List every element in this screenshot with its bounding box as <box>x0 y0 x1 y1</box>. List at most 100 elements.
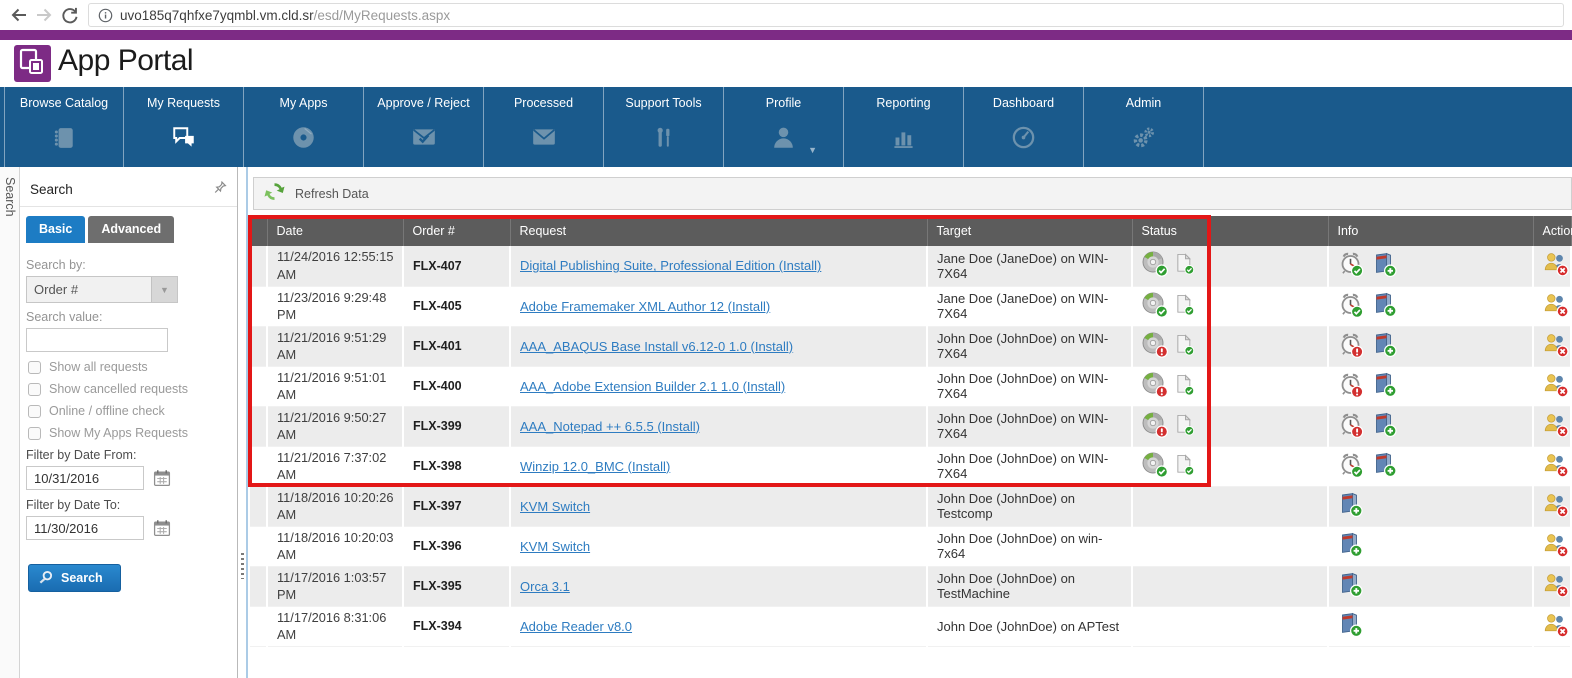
cancel-request-icon[interactable] <box>1543 493 1569 520</box>
cancel-request-icon[interactable] <box>1543 333 1569 360</box>
request-target: John Doe (JohnDoe) on APTest <box>927 606 1132 646</box>
policy-status-doc-icon <box>1176 334 1195 359</box>
nav-tab-support-tools[interactable]: Support Tools <box>604 87 724 167</box>
checkbox-box[interactable] <box>28 361 41 374</box>
main-navigation: Browse Catalog My Requests My Apps Appro… <box>0 87 1572 167</box>
magnifier-icon <box>38 570 53 585</box>
splitter-grip[interactable] <box>241 553 244 579</box>
install-history-icon[interactable] <box>1372 332 1397 360</box>
checkbox-show-my-apps-requests[interactable]: Show My Apps Requests <box>28 426 227 440</box>
search-by-select[interactable]: Order # ▼ <box>26 276 178 303</box>
install-status-disc-icon <box>1142 332 1169 361</box>
request-date: 11/17/2016 1:03:57 PM <box>267 566 403 606</box>
tab-basic[interactable]: Basic <box>26 216 85 243</box>
header-target[interactable]: Target <box>927 216 1132 246</box>
nav-tab-reporting[interactable]: Reporting <box>844 87 964 167</box>
install-history-icon[interactable] <box>1338 572 1363 600</box>
tab-advanced[interactable]: Advanced <box>88 216 174 243</box>
cancel-request-icon[interactable] <box>1543 613 1569 640</box>
install-history-icon[interactable] <box>1338 492 1363 520</box>
order-number: FLX-407 <box>403 246 510 286</box>
requests-main-area: Refresh Data Date Order # Request Target… <box>248 167 1572 678</box>
pin-icon[interactable] <box>213 180 227 198</box>
calendar-icon[interactable] <box>153 469 171 487</box>
nav-tab-admin[interactable]: Admin <box>1084 87 1204 167</box>
browser-back-button[interactable] <box>8 4 30 26</box>
install-history-icon[interactable] <box>1372 292 1397 320</box>
request-link[interactable]: Digital Publishing Suite, Professional E… <box>520 258 821 273</box>
cancel-request-icon[interactable] <box>1543 453 1569 480</box>
row-edge-cell <box>250 406 267 446</box>
install-history-icon[interactable] <box>1338 532 1363 560</box>
refresh-data-button[interactable]: Refresh Data <box>295 187 369 201</box>
nav-tab-my-apps[interactable]: My Apps <box>244 87 364 167</box>
cancel-request-icon[interactable] <box>1543 373 1569 400</box>
search-button[interactable]: Search <box>28 564 121 592</box>
checkbox-online-offline-check[interactable]: Online / offline check <box>28 404 227 418</box>
row-edge-cell <box>250 606 267 646</box>
header-order[interactable]: Order # <box>403 216 510 246</box>
schedule-status-clock-icon[interactable] <box>1338 452 1365 481</box>
schedule-status-clock-icon[interactable] <box>1338 251 1365 280</box>
policy-status-doc-icon <box>1176 454 1195 479</box>
cancel-request-icon[interactable] <box>1543 533 1569 560</box>
request-link[interactable]: AAA_Notepad ++ 6.5.5 (Install) <box>520 419 700 434</box>
browser-reload-button[interactable] <box>58 4 80 26</box>
install-history-icon[interactable] <box>1338 612 1363 640</box>
install-history-icon[interactable] <box>1372 452 1397 480</box>
policy-status-doc-icon <box>1176 294 1195 319</box>
cancel-request-icon[interactable] <box>1543 252 1569 279</box>
schedule-status-clock-icon[interactable] <box>1338 332 1365 361</box>
panel-splitter[interactable] <box>238 167 248 678</box>
cancel-request-icon[interactable] <box>1543 573 1569 600</box>
nav-tab-browse-catalog[interactable]: Browse Catalog <box>4 87 124 167</box>
table-row: 11/17/2016 1:03:57 PM FLX-395 Orca 3.1 J… <box>250 566 1571 606</box>
checkbox-show-cancelled-requests[interactable]: Show cancelled requests <box>28 382 227 396</box>
cancel-request-icon[interactable] <box>1543 293 1569 320</box>
request-date: 11/21/2016 7:37:02 AM <box>267 446 403 486</box>
date-from-input[interactable] <box>26 466 144 490</box>
nav-tab-profile[interactable]: Profile ▼ <box>724 87 844 167</box>
row-edge-cell <box>250 526 267 566</box>
url-text: uvo185q7qhfxe7yqmbl.vm.cld.sr/esd/MyRequ… <box>120 8 450 23</box>
nav-tab-dashboard[interactable]: Dashboard <box>964 87 1084 167</box>
cancel-request-icon[interactable] <box>1543 413 1569 440</box>
nav-tab-my-requests[interactable]: My Requests <box>124 87 244 167</box>
header-action[interactable]: Action <box>1533 216 1571 246</box>
page-info-icon[interactable] <box>98 8 113 23</box>
checkbox-box[interactable] <box>28 427 41 440</box>
header-date[interactable]: Date <box>267 216 403 246</box>
schedule-status-clock-icon[interactable] <box>1338 372 1365 401</box>
chevron-down-icon[interactable]: ▼ <box>151 277 177 302</box>
request-link[interactable]: AAA_ABAQUS Base Install v6.12-0 1.0 (Ins… <box>520 339 793 354</box>
schedule-status-clock-icon[interactable] <box>1338 412 1365 441</box>
install-history-icon[interactable] <box>1372 412 1397 440</box>
install-history-icon[interactable] <box>1372 252 1397 280</box>
date-to-input[interactable] <box>26 516 144 540</box>
address-bar[interactable]: uvo185q7qhfxe7yqmbl.vm.cld.sr/esd/MyRequ… <box>88 3 1564 27</box>
request-link[interactable]: KVM Switch <box>520 499 590 514</box>
request-link[interactable]: KVM Switch <box>520 539 590 554</box>
request-link[interactable]: Adobe Reader v8.0 <box>520 619 632 634</box>
profile-dropdown-caret[interactable]: ▼ <box>808 145 817 155</box>
app-title: App Portal <box>58 44 193 78</box>
request-link[interactable]: Orca 3.1 <box>520 579 570 594</box>
nav-tab-approve-reject[interactable]: Approve / Reject <box>364 87 484 167</box>
request-link[interactable]: AAA_Adobe Extension Builder 2.1 1.0 (Ins… <box>520 379 785 394</box>
header-info[interactable]: Info <box>1328 216 1533 246</box>
request-link[interactable]: Winzip 12.0_BMC (Install) <box>520 459 670 474</box>
schedule-status-clock-icon[interactable] <box>1338 292 1365 321</box>
checkbox-box[interactable] <box>28 383 41 396</box>
refresh-icon[interactable] <box>263 180 286 208</box>
checkbox-show-all-requests[interactable]: Show all requests <box>28 360 227 374</box>
browser-forward-button[interactable] <box>33 4 55 26</box>
calendar-icon[interactable] <box>153 519 171 537</box>
request-link[interactable]: Adobe Framemaker XML Author 12 (Install) <box>520 299 770 314</box>
search-value-input[interactable] <box>26 328 168 352</box>
nav-tab-processed[interactable]: Processed <box>484 87 604 167</box>
install-history-icon[interactable] <box>1372 372 1397 400</box>
checkbox-box[interactable] <box>28 405 41 418</box>
search-vertical-tab[interactable]: Search <box>3 177 17 217</box>
header-request[interactable]: Request <box>510 216 927 246</box>
header-status[interactable]: Status <box>1132 216 1328 246</box>
